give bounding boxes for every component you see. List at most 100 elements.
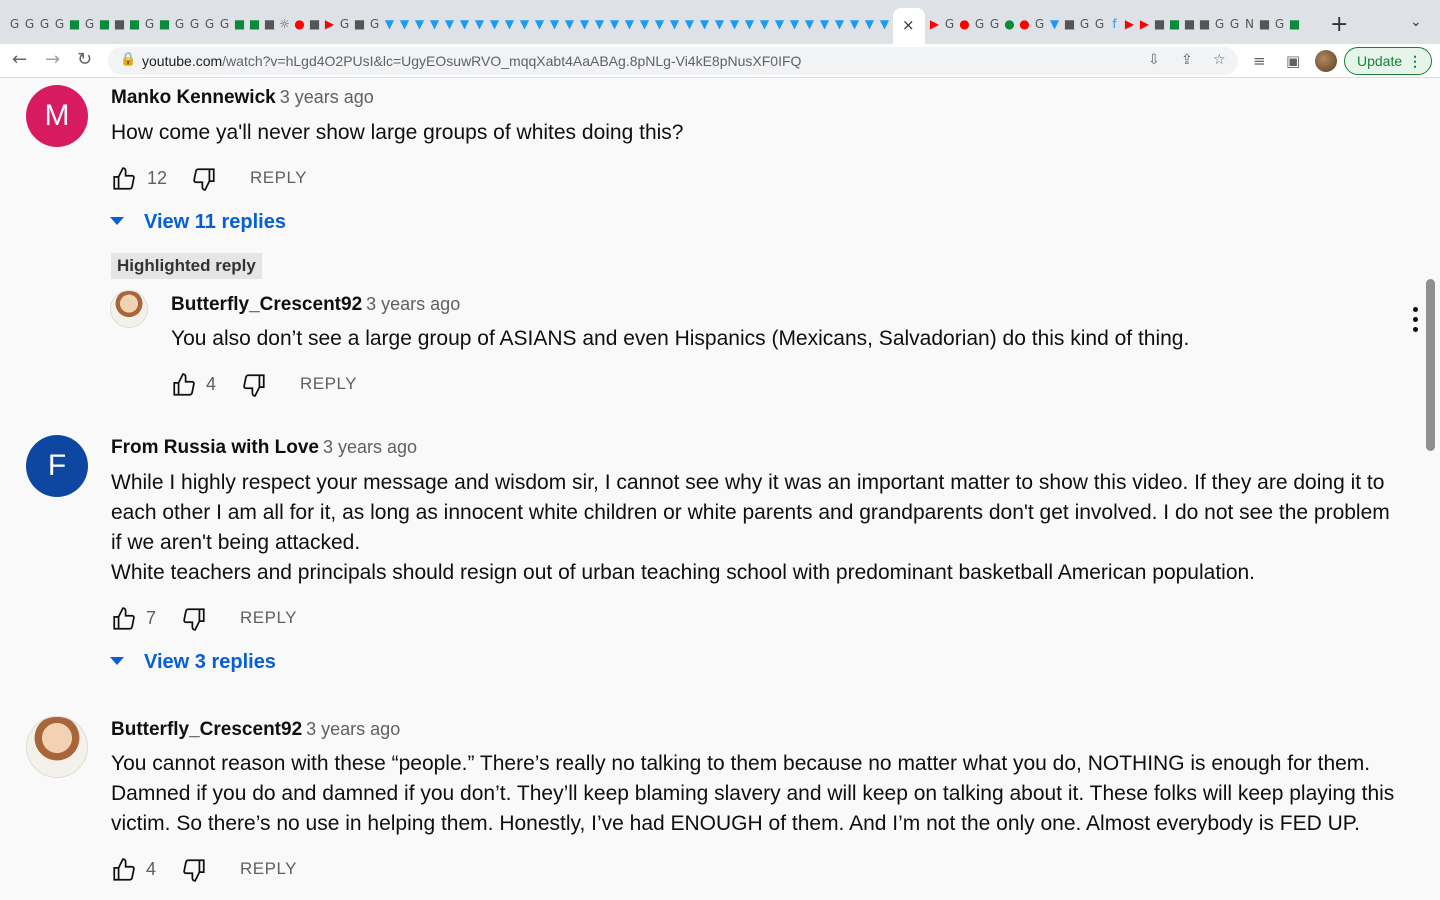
google-tab-icon[interactable]: G (368, 16, 381, 32)
view-replies-button[interactable]: View 11 replies (110, 211, 286, 234)
google-tab-icon[interactable]: G (988, 16, 1001, 32)
avatar[interactable] (110, 290, 148, 328)
youtube-tab-icon[interactable]: ▶ (928, 16, 941, 32)
google-tab-icon[interactable]: G (188, 16, 201, 32)
site-tab-icon[interactable]: ■ (1153, 16, 1166, 32)
reload-icon[interactable]: ↻ (77, 49, 92, 70)
twitter-tab-icon[interactable]: ▼ (398, 16, 411, 32)
bookmark-star-icon[interactable]: ☆ (1213, 52, 1226, 68)
youtube-tab-icon[interactable]: ▶ (323, 16, 336, 32)
twitter-tab-icon[interactable]: ▼ (473, 16, 486, 32)
twitter-tab-icon[interactable]: ▼ (788, 16, 801, 32)
google-tab-icon[interactable]: G (1033, 16, 1046, 32)
install-app-icon[interactable]: ⇩ (1148, 52, 1160, 68)
google-tab-icon[interactable]: G (173, 16, 186, 32)
lock-icon[interactable]: 🔒 (120, 52, 136, 67)
google-tab-icon[interactable]: G (218, 16, 231, 32)
twitter-tab-icon[interactable]: ▼ (743, 16, 756, 32)
google-tab-icon[interactable]: G (338, 16, 351, 32)
update-button[interactable]: Update ⋮ (1344, 47, 1432, 75)
site-tab-icon[interactable]: ■ (308, 16, 321, 32)
twitter-tab-icon[interactable]: ▼ (833, 16, 846, 32)
google-tab-icon[interactable]: G (1213, 16, 1226, 32)
site-tab-icon[interactable]: ■ (1288, 16, 1301, 32)
twitter-tab-icon[interactable]: ▼ (668, 16, 681, 32)
google-tab-icon[interactable]: G (8, 16, 21, 32)
site-tab-icon[interactable]: ■ (1063, 16, 1076, 32)
google-tab-icon[interactable]: G (203, 16, 216, 32)
site-tab-icon[interactable]: ■ (1198, 16, 1211, 32)
author-name[interactable]: Butterfly_Crescent92 (111, 719, 302, 740)
site-tab-icon[interactable]: ■ (263, 16, 276, 32)
avatar[interactable] (26, 716, 88, 778)
tab-favicons-right[interactable]: ▶ G ● G G ● ● G ▼ ■ G G f ▶ ▶ ■ ■ ■ ■ G … (928, 16, 1301, 34)
author-name[interactable]: Butterfly_Crescent92 (171, 294, 362, 315)
twitter-tab-icon[interactable]: ▼ (683, 16, 696, 32)
site-tab-icon[interactable]: ■ (68, 16, 81, 32)
profile-avatar[interactable] (1315, 50, 1337, 72)
site-tab-icon[interactable]: ■ (248, 16, 261, 32)
twitter-tab-icon[interactable]: ▼ (548, 16, 561, 32)
twitter-tab-icon[interactable]: ▼ (503, 16, 516, 32)
twitter-tab-icon[interactable]: ▼ (413, 16, 426, 32)
google-tab-icon[interactable]: G (943, 16, 956, 32)
twitter-tab-icon[interactable]: ▼ (863, 16, 876, 32)
site-tab-icon[interactable]: ☼ (278, 16, 291, 32)
twitter-tab-icon[interactable]: ▼ (428, 16, 441, 32)
twitter-tab-icon[interactable]: ▼ (713, 16, 726, 32)
comment-kebab-menu-icon[interactable] (1412, 307, 1420, 337)
avatar[interactable]: M (26, 85, 88, 147)
site-tab-icon[interactable]: ■ (233, 16, 246, 32)
site-tab-icon[interactable]: ■ (113, 16, 126, 32)
forward-arrow-icon[interactable]: → (45, 49, 60, 70)
dislike-thumb-icon[interactable] (241, 372, 267, 398)
page-scrollbar[interactable] (1426, 279, 1435, 451)
twitter-tab-icon[interactable]: ▼ (638, 16, 651, 32)
reading-list-icon[interactable]: ≡ (1253, 52, 1266, 70)
twitter-tab-icon[interactable]: ▼ (818, 16, 831, 32)
site-tab-icon[interactable]: ■ (128, 16, 141, 32)
address-bar[interactable]: 🔒 youtube.com/watch?v=hLgd4O2PUsI&lc=Ugy… (108, 47, 1238, 75)
twitter-tab-icon[interactable]: ▼ (623, 16, 636, 32)
author-name[interactable]: Manko Kennewick (111, 87, 276, 108)
close-tab-icon[interactable]: × (902, 16, 915, 34)
comment-time[interactable]: 3 years ago (280, 87, 374, 107)
dislike-thumb-icon[interactable] (191, 166, 217, 192)
google-tab-icon[interactable]: G (53, 16, 66, 32)
twitter-tab-icon[interactable]: ▼ (593, 16, 606, 32)
pinterest-tab-icon[interactable]: ● (293, 16, 306, 32)
like-thumb-icon[interactable] (171, 372, 197, 398)
youtube-tab-icon[interactable]: ▶ (1138, 16, 1151, 32)
comment-author[interactable]: Butterfly_Crescent92 3 years ago (171, 294, 460, 316)
active-tab[interactable]: × (893, 8, 925, 44)
comment-time[interactable]: 3 years ago (366, 294, 460, 314)
twitter-tab-icon[interactable]: ▼ (563, 16, 576, 32)
side-panel-icon[interactable]: ▣ (1286, 52, 1300, 70)
pinterest-tab-icon[interactable]: ● (958, 16, 971, 32)
tab-favicons-left[interactable]: G G G G ■ G ■ ■ ■ G ■ G G G G ■ ■ ■ ☼ ● … (8, 16, 891, 34)
twitter-tab-icon[interactable]: ▼ (698, 16, 711, 32)
google-tab-icon[interactable]: G (1093, 16, 1106, 32)
twitter-tab-icon[interactable]: ▼ (608, 16, 621, 32)
site-tab-icon[interactable]: ■ (158, 16, 171, 32)
google-tab-icon[interactable]: G (23, 16, 36, 32)
site-tab-icon[interactable]: ● (1003, 16, 1016, 32)
site-tab-icon[interactable]: N (1243, 16, 1256, 32)
twitter-tab-icon[interactable]: ▼ (488, 16, 501, 32)
kebab-menu-icon[interactable]: ⋮ (1408, 48, 1422, 74)
back-arrow-icon[interactable]: ← (12, 49, 27, 70)
comment-time[interactable]: 3 years ago (323, 437, 417, 457)
reply-button[interactable]: REPLY (240, 608, 297, 628)
avatar[interactable]: F (26, 435, 88, 497)
pinterest-tab-icon[interactable]: ● (1018, 16, 1031, 32)
new-tab-button[interactable]: + (1330, 12, 1348, 37)
site-tab-icon[interactable]: ■ (1258, 16, 1271, 32)
google-tab-icon[interactable]: G (143, 16, 156, 32)
google-tab-icon[interactable]: G (1228, 16, 1241, 32)
site-tab-icon[interactable]: ■ (1168, 16, 1181, 32)
twitter-tab-icon[interactable]: ▼ (758, 16, 771, 32)
reply-button[interactable]: REPLY (240, 859, 297, 879)
comment-author[interactable]: From Russia with Love 3 years ago (111, 437, 417, 459)
site-tab-icon[interactable]: ■ (353, 16, 366, 32)
twitter-tab-icon[interactable]: ▼ (653, 16, 666, 32)
